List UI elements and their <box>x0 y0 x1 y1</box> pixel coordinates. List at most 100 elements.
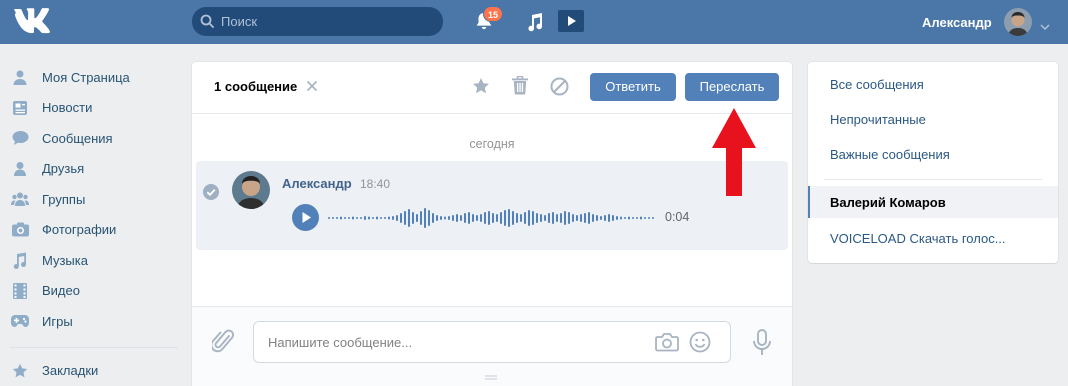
games-icon <box>10 311 30 331</box>
waveform-bar <box>540 214 542 222</box>
waveform-bar <box>628 216 630 220</box>
waveform-bar <box>448 216 450 220</box>
waveform-bar <box>452 215 454 221</box>
music-player-icon[interactable] <box>526 12 544 35</box>
music-icon <box>10 250 30 270</box>
vk-logo-icon[interactable] <box>12 6 52 38</box>
waveform-bar <box>600 216 602 220</box>
star-icon <box>10 361 30 381</box>
message-item-selected[interactable]: Александр 18:40 0:04 <box>196 161 788 250</box>
message-input[interactable]: Напишите сообщение... <box>253 321 731 363</box>
news-icon <box>10 98 30 118</box>
microphone-icon[interactable] <box>752 329 772 360</box>
waveform-bar <box>588 212 590 224</box>
waveform-bar <box>604 215 606 221</box>
sidebar-item-bookmarks[interactable]: Закладки <box>10 356 180 386</box>
camera-icon[interactable] <box>655 332 679 355</box>
waveform-bar <box>536 213 538 223</box>
waveform-bar <box>584 213 586 223</box>
messages-panel: 1 сообщение Ответить Переслать сегодня А… <box>192 62 792 386</box>
search-icon <box>200 14 214 31</box>
dialog-item[interactable]: VOICELOAD Скачать голос... <box>830 231 1006 246</box>
mark-important-star-icon[interactable] <box>472 77 490 98</box>
waveform-bar <box>504 210 506 226</box>
waveform-bar <box>360 217 362 219</box>
waveform-bar <box>496 214 498 222</box>
waveform-bar <box>436 215 438 221</box>
waveform-bar <box>412 212 414 224</box>
sidebar-item-groups[interactable]: Группы <box>10 184 180 215</box>
trash-icon[interactable] <box>512 75 528 98</box>
home-icon <box>10 67 30 87</box>
sidebar-item-games[interactable]: Игры <box>10 306 180 337</box>
sidebar-item-my-page[interactable]: Моя Страница <box>10 62 180 93</box>
waveform-bar <box>500 212 502 224</box>
waveform-bar <box>544 215 546 221</box>
waveform-bar <box>352 216 354 220</box>
waveform-bar <box>632 217 634 219</box>
waveform-bar <box>624 217 626 219</box>
sidebar-item-messages[interactable]: Сообщения <box>10 123 180 154</box>
message-time: 18:40 <box>360 177 391 191</box>
sidebar-item-friends[interactable]: Друзья <box>10 154 180 185</box>
emoji-smile-icon[interactable] <box>689 331 711 356</box>
waveform-bar <box>408 209 410 227</box>
waveform-bar <box>508 209 510 227</box>
waveform-bar <box>356 217 358 219</box>
close-icon[interactable] <box>306 80 318 95</box>
waveform-bar <box>520 214 522 222</box>
message-author[interactable]: Александр <box>282 176 352 191</box>
waveform-bar <box>460 215 462 221</box>
forward-button[interactable]: Переслать <box>685 73 779 101</box>
waveform-bar <box>404 211 406 225</box>
sidebar-item-photos[interactable]: Фотографии <box>10 215 180 246</box>
photos-icon <box>10 220 30 240</box>
waveform-bar <box>512 211 514 225</box>
header-user-name[interactable]: Александр <box>922 15 992 30</box>
voice-duration: 0:04 <box>665 210 690 224</box>
waveform-bar <box>516 213 518 223</box>
waveform-bar <box>440 216 442 220</box>
search-placeholder: Поиск <box>221 14 258 29</box>
left-sidebar: Моя Страница Новости Сообщения Друзья Гр… <box>10 62 180 386</box>
video-player-icon[interactable] <box>558 10 584 35</box>
waveform-bar <box>560 213 562 223</box>
waveform-bar <box>336 217 338 219</box>
waveform-bar <box>348 217 350 219</box>
date-separator: сегодня <box>469 137 515 151</box>
waveform-bar <box>464 213 466 223</box>
chevron-down-icon[interactable] <box>1040 18 1050 33</box>
reply-button[interactable]: Ответить <box>590 73 676 101</box>
resize-handle-icon[interactable] <box>485 369 497 384</box>
waveform-bar <box>384 217 386 219</box>
sidebar-item-news[interactable]: Новости <box>10 93 180 124</box>
waveform-bar <box>484 212 486 224</box>
waveform-bar <box>492 213 494 223</box>
waveform-bar <box>648 217 650 219</box>
waveform-bar <box>388 216 390 220</box>
waveform-bar <box>640 216 642 220</box>
waveform-bar <box>424 208 426 228</box>
avatar[interactable] <box>232 171 270 209</box>
voice-waveform[interactable] <box>328 204 658 232</box>
sidebar-item-music[interactable]: Музыка <box>10 245 180 276</box>
filter-unread[interactable]: Непрочитанные <box>830 112 926 127</box>
waveform-bar <box>564 211 566 225</box>
waveform-bar <box>380 217 382 219</box>
search-input[interactable]: Поиск <box>192 7 443 36</box>
attach-paperclip-icon[interactable] <box>210 329 235 358</box>
dialog-item-active[interactable]: Валерий Комаров <box>808 186 1058 218</box>
waveform-bar <box>476 215 478 221</box>
block-spam-icon[interactable] <box>550 77 569 99</box>
selection-count: 1 сообщение <box>214 79 298 94</box>
friends-icon <box>10 159 30 179</box>
notifications-badge: 15 <box>483 6 504 22</box>
sidebar-item-video[interactable]: Видео <box>10 276 180 307</box>
selected-checkmark-icon[interactable] <box>203 184 219 200</box>
filter-important[interactable]: Важные сообщения <box>830 147 950 162</box>
play-button-icon[interactable] <box>292 204 319 231</box>
header-avatar[interactable] <box>1004 8 1032 36</box>
filter-all-messages[interactable]: Все сообщения <box>830 77 924 92</box>
waveform-bar <box>596 215 598 221</box>
waveform-bar <box>548 213 550 223</box>
